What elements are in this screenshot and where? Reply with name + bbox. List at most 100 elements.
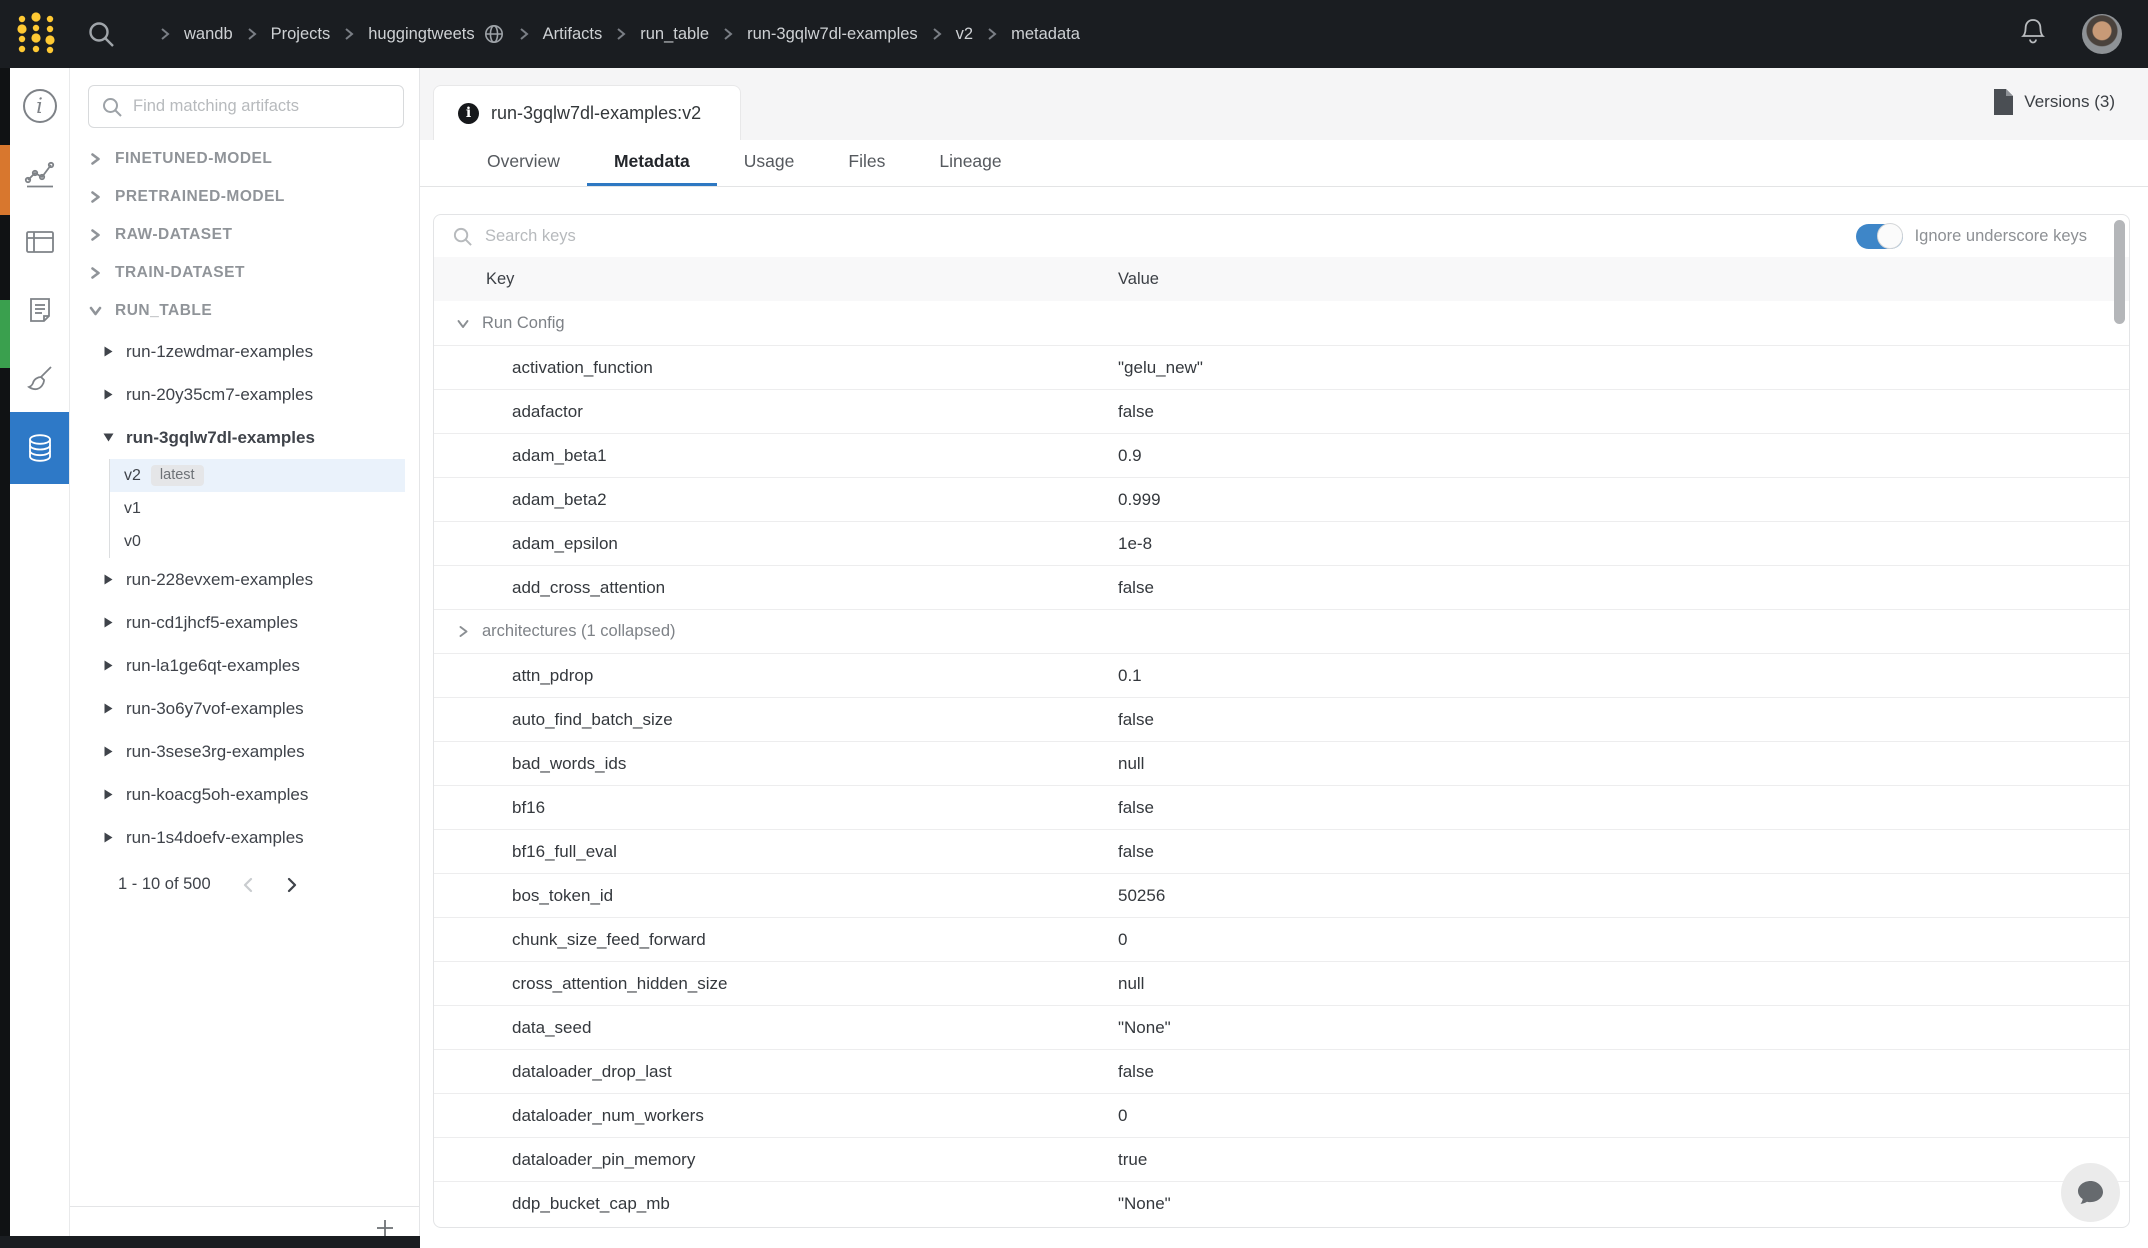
breadcrumb-item[interactable]: run_table: [602, 25, 709, 44]
toggle-knob[interactable]: [1877, 223, 1903, 249]
sidebar-version-item[interactable]: v2 latest: [109, 459, 405, 492]
wandb-logo[interactable]: [14, 11, 58, 57]
triangle-expander-icon[interactable]: [103, 573, 114, 586]
category-label: RUN_TABLE: [115, 302, 212, 320]
topbar-actions: [2018, 14, 2122, 54]
triangle-expander-icon[interactable]: [103, 659, 114, 672]
category-label: FINETUNED-MODEL: [115, 150, 272, 168]
chevron-right-icon[interactable]: [456, 316, 471, 330]
sidebar-artifact-item[interactable]: run-20y35cm7-examples: [70, 373, 419, 416]
sidebar-category[interactable]: TRAIN-DATASET: [70, 254, 419, 292]
triangle-expander-icon[interactable]: [103, 616, 114, 629]
triangle-expander-icon[interactable]: [102, 432, 115, 443]
breadcrumb-item[interactable]: Projects: [233, 25, 331, 44]
reports-icon[interactable]: [10, 276, 69, 344]
key-column-header: Key: [486, 270, 1118, 289]
triangle-expander-icon[interactable]: [103, 745, 114, 758]
triangle-expander-icon[interactable]: [103, 831, 114, 844]
chevron-right-icon[interactable]: [456, 624, 470, 639]
metadata-key-value-row: activation_function "gelu_new": [434, 345, 2129, 389]
sidebar-artifact-item[interactable]: run-1zewdmar-examples: [70, 330, 419, 373]
sidebar-category[interactable]: RAW-DATASET: [70, 216, 419, 254]
artifact-item-label: run-1s4doefv-examples: [126, 828, 304, 848]
tables-icon[interactable]: [10, 208, 69, 276]
sidebar-artifact-item[interactable]: run-cd1jhcf5-examples: [70, 601, 419, 644]
breadcrumb-label[interactable]: run-3gqlw7dl-examples: [747, 25, 918, 44]
breadcrumb-label[interactable]: Projects: [271, 25, 331, 44]
metadata-key-value-row: attn_pdrop 0.1: [434, 653, 2129, 697]
triangle-expander-icon[interactable]: [103, 702, 114, 715]
sidebar-version-item[interactable]: v0: [109, 525, 405, 558]
sidebar-artifact-item[interactable]: run-3sese3rg-examples: [70, 730, 419, 773]
sidebar-version-item[interactable]: v1: [109, 492, 405, 525]
sidebar-category[interactable]: RUN_TABLE: [70, 292, 419, 330]
artifact-header: i run-3gqlw7dl-examples:v2 Versions (3): [420, 68, 2148, 140]
avatar[interactable]: [2082, 14, 2122, 54]
breadcrumb-label[interactable]: Artifacts: [543, 25, 603, 44]
sidebar-artifact-item[interactable]: run-la1ge6qt-examples: [70, 644, 419, 687]
triangle-expander-icon[interactable]: [103, 345, 114, 358]
group-label: Run Config: [482, 314, 565, 333]
pagination-next-icon[interactable]: [285, 876, 299, 894]
tab-label: Overview: [487, 151, 560, 172]
breadcrumb-label[interactable]: metadata: [1011, 25, 1080, 44]
sidebar-category[interactable]: PRETRAINED-MODEL: [70, 178, 419, 216]
sidebar-artifact-item[interactable]: run-3gqlw7dl-examples: [70, 416, 419, 459]
triangle-expander-icon[interactable]: [103, 388, 114, 401]
chevron-right-icon: [89, 152, 102, 166]
triangle-expander-icon[interactable]: [103, 788, 114, 801]
metadata-key: bf16_full_eval: [512, 842, 1118, 862]
info-icon[interactable]: i: [10, 72, 69, 140]
metadata-group-row[interactable]: architectures (1 collapsed): [434, 609, 2129, 653]
sweeps-broom-icon[interactable]: [10, 344, 69, 412]
sidebar-artifact-item[interactable]: run-koacg5oh-examples: [70, 773, 419, 816]
artifact-item-label: run-20y35cm7-examples: [126, 385, 313, 405]
main-content: i run-3gqlw7dl-examples:v2 Versions (3) …: [420, 68, 2148, 1248]
breadcrumb-label[interactable]: v2: [956, 25, 973, 44]
breadcrumb-item[interactable]: huggingtweets: [330, 23, 504, 45]
tab-label: Lineage: [939, 151, 1001, 172]
artifact-tab-item[interactable]: Metadata: [587, 140, 717, 186]
breadcrumb-label[interactable]: run_table: [640, 25, 709, 44]
metadata-value: "None": [1118, 1018, 1171, 1038]
pagination-prev-icon[interactable]: [241, 876, 255, 894]
sidebar-artifact-item[interactable]: run-3o6y7vof-examples: [70, 687, 419, 730]
category-label: PRETRAINED-MODEL: [115, 188, 285, 206]
metadata-group-row[interactable]: Run Config: [434, 301, 2129, 345]
metadata-key: dataloader_pin_memory: [512, 1150, 1118, 1170]
breadcrumb-item[interactable]: run-3gqlw7dl-examples: [709, 25, 918, 44]
artifact-version-tab[interactable]: i run-3gqlw7dl-examples:v2: [433, 85, 741, 140]
breadcrumb-item[interactable]: v2: [918, 25, 973, 44]
artifact-item-label: run-228evxem-examples: [126, 570, 313, 590]
search-icon[interactable]: [86, 19, 116, 49]
artifact-tab-item[interactable]: Files: [821, 140, 912, 186]
metadata-key: adafactor: [512, 402, 1118, 422]
artifacts-database-icon[interactable]: [10, 412, 69, 484]
breadcrumb: wandb Projects huggingtweets: [146, 23, 1080, 45]
metadata-key-value-row: dataloader_num_workers 0: [434, 1093, 2129, 1137]
bell-icon[interactable]: [2018, 16, 2048, 53]
sidebar-artifact-item[interactable]: run-1s4doefv-examples: [70, 816, 419, 859]
search-keys-input[interactable]: [483, 226, 1846, 247]
breadcrumb-label[interactable]: huggingtweets: [368, 25, 474, 44]
ignore-underscore-toggle[interactable]: [1856, 224, 1903, 249]
artifact-tab-item[interactable]: Overview: [460, 140, 587, 186]
breadcrumb-item[interactable]: wandb: [146, 25, 233, 44]
artifact-tab-item[interactable]: Usage: [717, 140, 822, 186]
metadata-toolbar: Ignore underscore keys: [434, 215, 2129, 257]
sidebar-category[interactable]: FINETUNED-MODEL: [70, 140, 419, 178]
sidebar-artifact-item[interactable]: run-228evxem-examples: [70, 558, 419, 601]
breadcrumb-label[interactable]: wandb: [184, 25, 233, 44]
help-chat-button[interactable]: [2061, 1163, 2120, 1222]
breadcrumb-item[interactable]: metadata: [973, 25, 1080, 44]
artifact-tab-item[interactable]: Lineage: [912, 140, 1028, 186]
panel-scrollbar-thumb[interactable]: [2114, 220, 2125, 324]
metadata-value: "gelu_new": [1118, 358, 1203, 378]
version-label: v1: [124, 500, 141, 518]
breadcrumb-separator-icon: [931, 26, 943, 42]
breadcrumb-item[interactable]: Artifacts: [505, 25, 603, 44]
breadcrumb-separator-icon: [343, 26, 355, 42]
workspace-charts-icon[interactable]: [10, 140, 69, 208]
artifact-search-input[interactable]: [131, 96, 391, 117]
versions-button[interactable]: Versions (3): [1992, 88, 2115, 116]
